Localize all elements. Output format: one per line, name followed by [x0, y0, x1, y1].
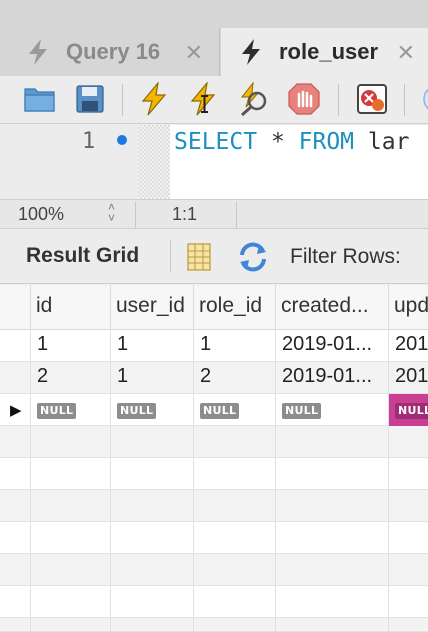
sql-table-text: lar [354, 129, 410, 155]
column-header-role-id[interactable]: role_id [194, 285, 276, 330]
new-row[interactable]: ▶ NULL NULL NULL NULL NULL [0, 394, 428, 426]
table-cell[interactable]: 2 [194, 362, 276, 394]
tab-label: role_user [279, 39, 379, 64]
empty-row [0, 426, 428, 458]
cursor-position: 1:1 [172, 204, 198, 224]
toggle-error-icon[interactable] [354, 80, 390, 118]
empty-row [0, 458, 428, 490]
table-cell[interactable]: NULL [31, 394, 111, 426]
table-cell[interactable]: 1 [31, 330, 111, 362]
table-cell[interactable]: NULL [111, 394, 194, 426]
null-badge: NULL [282, 403, 322, 419]
column-header-id[interactable]: id [31, 285, 111, 330]
tab-strip: Query 16 ✕ role_user ✕ [0, 0, 428, 77]
sql-toolbar [0, 76, 428, 124]
tab-role-user[interactable]: role_user ✕ [221, 28, 428, 77]
toolbar-divider [338, 84, 339, 116]
table-row[interactable]: 2 1 2 2019-01... 201 [0, 362, 428, 394]
stop-icon[interactable] [286, 80, 322, 118]
table-cell[interactable]: 1 [111, 362, 194, 394]
null-badge: NULL [395, 403, 428, 419]
table-cell[interactable]: NULL [194, 394, 276, 426]
zoom-stepper-icon[interactable]: ˄ ˅ [108, 201, 115, 224]
toolbar-divider [404, 84, 405, 116]
tab-query-16[interactable]: Query 16 ✕ [0, 28, 220, 76]
result-grid: id user_id role_id created... upd 1 1 1 … [0, 285, 428, 632]
statement-marker-icon [117, 135, 127, 145]
empty-row [0, 490, 428, 522]
column-header-updated[interactable]: upd [389, 285, 428, 330]
sql-keyword: FROM [298, 129, 355, 155]
empty-row [0, 618, 428, 632]
open-folder-icon[interactable] [22, 80, 58, 118]
editor-statusbar: 100% ˄ ˅ 1:1 [0, 199, 428, 229]
current-row-arrow-icon: ▶ [10, 402, 22, 419]
sql-star: * [257, 129, 299, 155]
null-badge: NULL [117, 403, 157, 419]
status-divider [135, 202, 136, 228]
result-toolbar-divider [170, 240, 171, 272]
table-cell[interactable]: 2019-01... [276, 362, 389, 394]
lightning-icon [242, 39, 260, 65]
table-row[interactable]: 1 1 1 2019-01... 201 [0, 330, 428, 362]
close-tab-icon[interactable]: ✕ [185, 40, 203, 66]
filter-rows-label: Filter Rows: [290, 245, 401, 268]
row-selector[interactable]: ▶ [0, 394, 31, 426]
status-divider [236, 202, 237, 228]
toolbar-divider [122, 84, 123, 116]
more-toolbar-icon[interactable] [414, 80, 428, 118]
table-cell[interactable]: 1 [194, 330, 276, 362]
table-cell-selected[interactable]: NULL [389, 394, 428, 426]
row-selector[interactable] [0, 362, 31, 394]
execute-current-icon[interactable] [186, 80, 222, 118]
close-tab-icon[interactable]: ✕ [397, 40, 415, 66]
column-header-user-id[interactable]: user_id [111, 285, 194, 330]
execute-icon[interactable] [136, 80, 172, 118]
null-badge: NULL [37, 403, 77, 419]
lightning-icon [29, 39, 47, 65]
line-number: 1 [82, 129, 96, 154]
result-grid-tab[interactable]: Result Grid [26, 244, 139, 268]
table-cell[interactable]: 201 [389, 330, 428, 362]
sql-code[interactable]: SELECT * FROM lar [174, 129, 409, 155]
refresh-icon[interactable] [236, 242, 270, 272]
table-cell[interactable]: 2 [31, 362, 111, 394]
explain-icon[interactable] [236, 80, 272, 118]
tab-label: Query 16 [66, 39, 161, 64]
table-cell[interactable]: 2019-01... [276, 330, 389, 362]
table-cell[interactable]: 201 [389, 362, 428, 394]
result-toolbar: Result Grid Filter Rows: [0, 230, 428, 284]
table-cell[interactable]: 1 [111, 330, 194, 362]
null-badge: NULL [200, 403, 240, 419]
grid-header: id user_id role_id created... upd [0, 285, 428, 330]
table-cell[interactable]: NULL [276, 394, 389, 426]
sql-editor[interactable]: 1 SELECT * FROM lar [0, 125, 428, 199]
grid-view-icon[interactable] [186, 242, 212, 272]
sql-keyword: SELECT [174, 129, 258, 155]
row-selector[interactable] [0, 330, 31, 362]
empty-row [0, 522, 428, 554]
row-header-corner [0, 285, 31, 330]
save-icon[interactable] [72, 80, 108, 118]
empty-row [0, 554, 428, 586]
empty-row [0, 586, 428, 618]
column-header-created[interactable]: created... [276, 285, 389, 330]
zoom-level[interactable]: 100% [18, 204, 64, 225]
gutter-fold-area [138, 125, 170, 199]
